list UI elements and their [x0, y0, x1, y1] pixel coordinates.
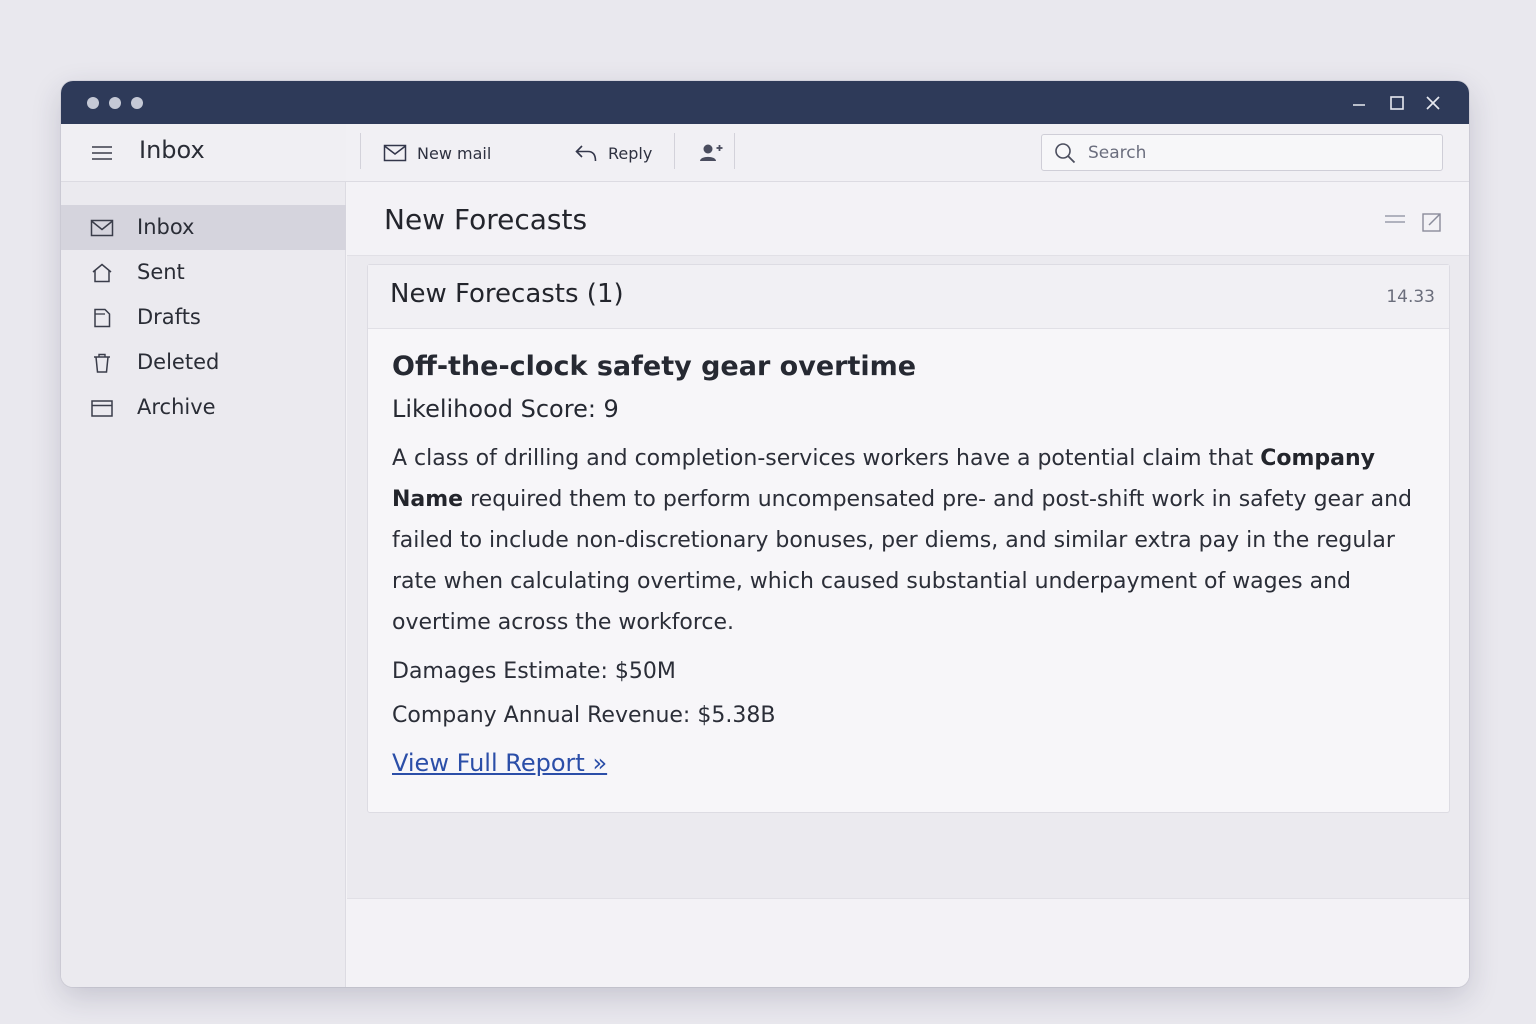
compose-icon[interactable] — [1421, 211, 1443, 233]
sidebar-item-drafts[interactable]: Drafts — [61, 295, 346, 340]
reading-pane: New Forecasts New Forecasts (1) 14.33 Of… — [347, 182, 1469, 987]
toolbar: New mail Reply — [346, 124, 1469, 182]
page-title: New Forecasts — [384, 203, 588, 236]
folder-header: New Forecasts — [347, 182, 1469, 256]
mail-window: Inbox Inbox Sent Drafts Deleted Archive … — [61, 81, 1469, 987]
minimize-icon[interactable] — [1349, 93, 1369, 113]
envelope-icon — [383, 143, 407, 163]
toolbar-divider — [360, 133, 361, 169]
sidebar-item-label: Sent — [137, 260, 185, 284]
company-revenue: Company Annual Revenue: $5.38B — [392, 703, 776, 728]
message-card: New Forecasts (1) 14.33 Off-the-clock sa… — [367, 264, 1450, 813]
message-body: Off-the-clock safety gear overtime Likel… — [392, 349, 1432, 780]
envelope-icon — [90, 217, 114, 239]
window-dot[interactable] — [131, 97, 143, 109]
reply-label: Reply — [608, 143, 653, 163]
document-icon — [90, 307, 114, 329]
sidebar-item-label: Deleted — [137, 350, 220, 374]
sidebar-item-deleted[interactable]: Deleted — [61, 340, 346, 385]
title-bar — [61, 81, 1469, 124]
description-text-start: A class of drilling and completion-servi… — [392, 446, 1254, 471]
search-icon — [1054, 142, 1076, 164]
description-text-rest: required them to perform uncompensated p… — [392, 487, 1412, 635]
forecast-description: A class of drilling and completion-servi… — [392, 438, 1428, 643]
toolbar-divider — [674, 133, 675, 169]
view-full-report-link[interactable]: View Full Report » — [392, 746, 607, 780]
toolbar-divider — [734, 133, 735, 169]
sidebar-item-inbox[interactable]: Inbox — [61, 205, 346, 250]
sidebar-item-label: Drafts — [137, 305, 201, 329]
damages-estimate: Damages Estimate: $50M — [392, 659, 676, 684]
lines-icon[interactable] — [1384, 211, 1406, 233]
forecast-title: Off-the-clock safety gear overtime — [392, 351, 917, 382]
folder-nav: Inbox Sent Drafts Deleted Archive — [61, 205, 346, 430]
likelihood-score: Likelihood Score: 9 — [392, 395, 619, 423]
hamburger-menu-icon[interactable] — [91, 142, 113, 164]
maximize-icon[interactable] — [1387, 93, 1407, 113]
add-person-icon — [698, 142, 724, 164]
new-mail-button[interactable]: New mail — [383, 124, 491, 182]
message-subject: New Forecasts (1) — [390, 279, 624, 309]
add-contact-button[interactable] — [698, 124, 724, 182]
sidebar-header: Inbox — [61, 124, 346, 182]
reply-button[interactable]: Reply — [574, 124, 652, 182]
footer-band — [347, 898, 1469, 987]
trash-icon — [90, 352, 114, 374]
new-mail-label: New mail — [417, 143, 492, 163]
search-box[interactable] — [1041, 134, 1443, 171]
search-input[interactable] — [1088, 139, 1428, 167]
sidebar-item-sent[interactable]: Sent — [61, 250, 346, 295]
window-dot[interactable] — [87, 97, 99, 109]
sidebar-item-archive[interactable]: Archive — [61, 385, 346, 430]
archive-icon — [90, 397, 114, 419]
sidebar-title: Inbox — [139, 136, 205, 164]
home-icon — [90, 262, 114, 284]
window-dot[interactable] — [109, 97, 121, 109]
reply-arrow-icon — [574, 143, 598, 163]
sidebar-item-label: Archive — [137, 395, 216, 419]
close-icon[interactable] — [1423, 93, 1443, 113]
message-timestamp: 14.33 — [1386, 287, 1435, 307]
sidebar: Inbox Inbox Sent Drafts Deleted Archive — [61, 124, 346, 987]
sidebar-item-label: Inbox — [137, 215, 195, 239]
message-header: New Forecasts (1) 14.33 — [368, 265, 1449, 329]
